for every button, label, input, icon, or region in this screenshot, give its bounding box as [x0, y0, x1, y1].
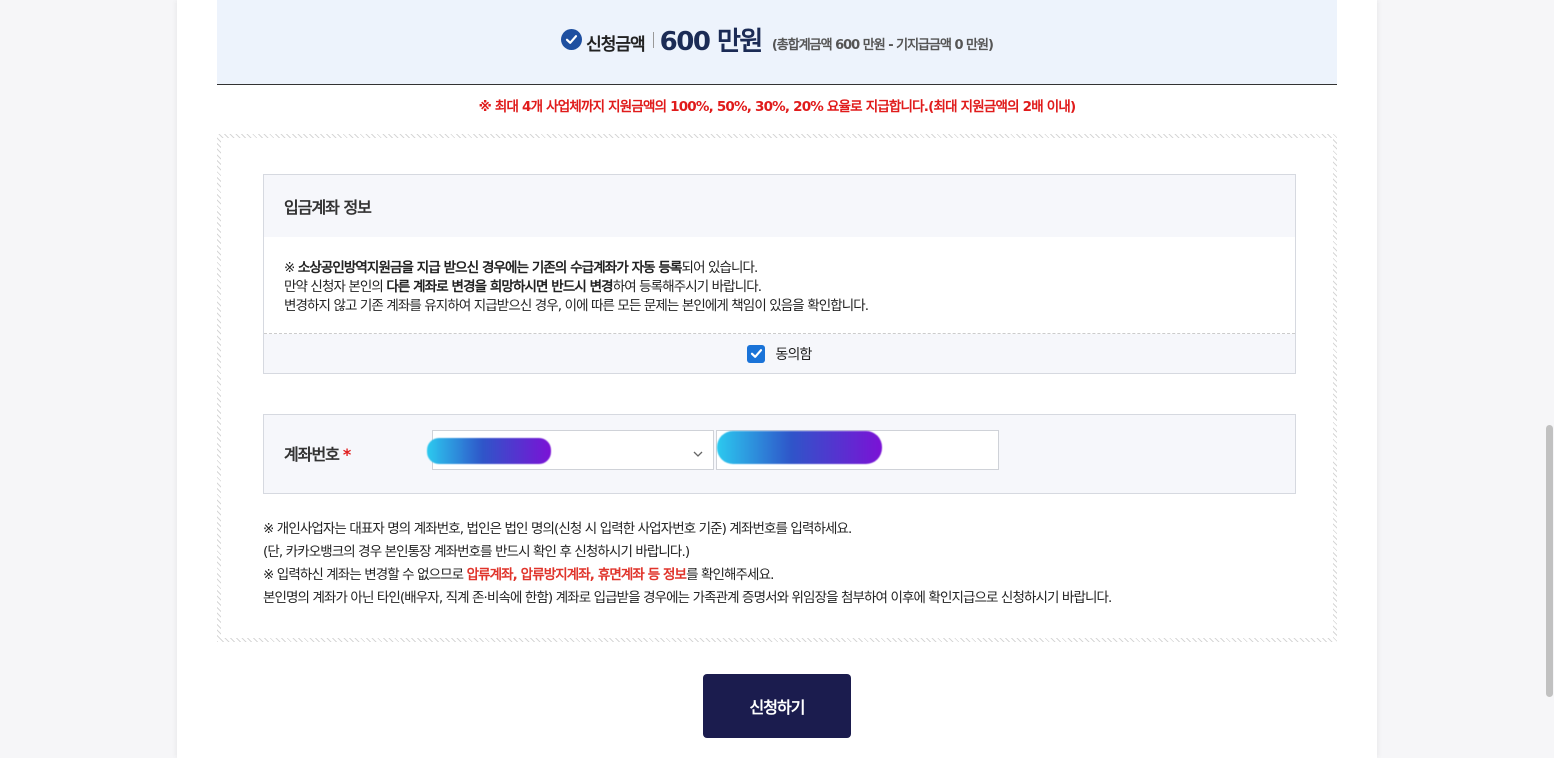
- account-guide: ※ 개인사업자는 대표자 명의 계좌번호, 법인은 법인 명의(신청 시 입력한…: [263, 518, 1313, 610]
- agree-checkbox[interactable]: [747, 344, 766, 363]
- info-line-3: 변경하지 않고 기존 계좌를 유지하여 지급받으신 경우, 이에 따른 모든 문…: [284, 298, 869, 314]
- deposit-account-info-title: 입금계좌 정보: [264, 175, 1295, 237]
- bank-select[interactable]: [427, 430, 714, 470]
- check-circle-icon: [561, 28, 583, 50]
- submit-button[interactable]: 신청하기: [703, 674, 851, 738]
- account-section: 입금계좌 정보 ※ 소상공인방역지원금을 지급 받으신 경우에는 기존의 수급계…: [221, 138, 1333, 638]
- summary-amount: 600 만원: [659, 26, 764, 57]
- required-mark: *: [342, 445, 351, 464]
- chevron-down-icon: [693, 444, 703, 463]
- redacted-bank-name: [427, 438, 551, 464]
- deposit-account-info-box: 입금계좌 정보 ※ 소상공인방역지원금을 지급 받으신 경우에는 기존의 수급계…: [263, 174, 1296, 374]
- account-number-row: 계좌번호 *: [263, 414, 1296, 494]
- account-number-label: 계좌번호 *: [284, 445, 351, 464]
- guide-line-1: ※ 개인사업자는 대표자 명의 계좌번호, 법인은 법인 명의(신청 시 입력한…: [263, 521, 852, 537]
- scrollbar-thumb[interactable]: [1546, 425, 1553, 697]
- account-section-frame: 입금계좌 정보 ※ 소상공인방역지원금을 지급 받으신 경우에는 기존의 수급계…: [217, 134, 1337, 642]
- agree-checkbox-row[interactable]: 동의함: [264, 334, 1295, 373]
- summary-divider: [652, 32, 654, 48]
- support-rate-notice: ※ 최대 4개 사업체까지 지원금액의 100%, 50%, 30%, 20% …: [478, 99, 1077, 115]
- info-line-1: ※ 소상공인방역지원금을 지급 받으신 경우에는 기존의 수급계좌가 자동 등록…: [284, 260, 758, 276]
- guide-line-4: 본인명의 계좌가 아닌 타인(배우자, 직계 존·비속에 한함) 계좌로 입급받…: [263, 590, 1112, 606]
- amount-summary: 신청금액 600 만원 (총합계금액 600 만원 - 기지급금액 0 만원): [217, 0, 1337, 85]
- info-line-2: 만약 신청자 본인의 다른 계좌로 변경을 희망하시면 반드시 변경하여 등록해…: [284, 279, 762, 295]
- redacted-account-number: [717, 431, 882, 464]
- application-page: 신청금액 600 만원 (총합계금액 600 만원 - 기지급금액 0 만원) …: [177, 0, 1377, 758]
- agree-label: 동의함: [775, 346, 812, 363]
- summary-label: 신청금액: [586, 34, 646, 55]
- account-number-input[interactable]: [716, 430, 999, 470]
- guide-line-2: (단, 카카오뱅크의 경우 본인통장 계좌번호를 반드시 확인 후 신청하시기 …: [263, 544, 690, 560]
- deposit-account-info-text: ※ 소상공인방역지원금을 지급 받으신 경우에는 기존의 수급계좌가 자동 등록…: [264, 237, 1295, 334]
- summary-detail: (총합계금액 600 만원 - 기지급금액 0 만원): [771, 37, 994, 53]
- guide-line-3: ※ 입력하신 계좌는 변경할 수 없으므로 압류계좌, 압류방지계좌, 휴면계좌…: [263, 567, 774, 583]
